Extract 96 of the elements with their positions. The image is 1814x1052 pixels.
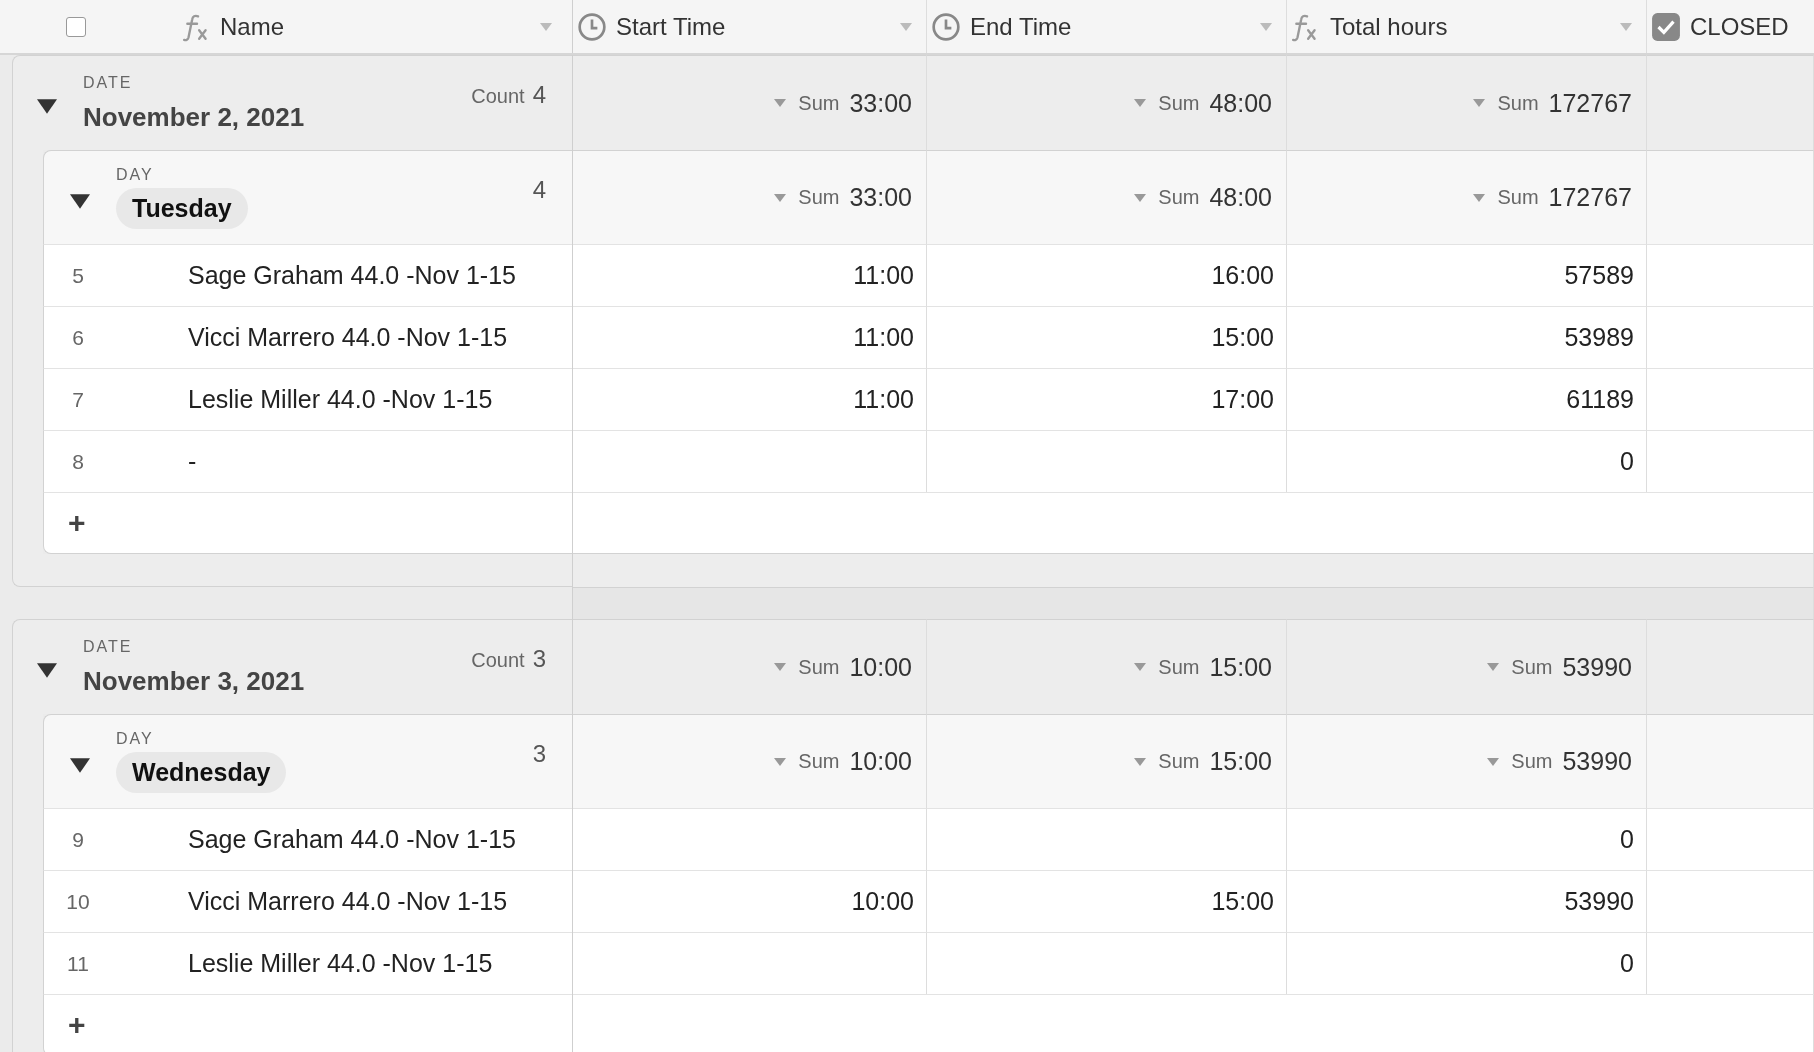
name-cell: Vicci Marrero 44.0 -Nov 1-15 (188, 887, 508, 916)
row-number: 6 (71, 325, 85, 350)
table-cell: 53990 (1287, 870, 1647, 932)
summary-value: 172767 (1548, 183, 1632, 212)
summary-label: Sum (1511, 750, 1553, 773)
summary-label: Sum (798, 750, 840, 773)
day-pill: Tuesday (116, 188, 248, 229)
table-cell: 16:00 (927, 244, 1287, 306)
dropdown-caret-icon[interactable] (900, 22, 912, 31)
row-number: 10 (65, 889, 91, 914)
dropdown-caret-icon[interactable] (540, 22, 552, 31)
table-cell: 11:00 (573, 306, 927, 368)
name-cell: Leslie Miller 44.0 -Nov 1-15 (188, 385, 493, 414)
table-cell: 57589 (1287, 244, 1647, 306)
column-header[interactable]: Start Time (616, 12, 891, 41)
table-cell: 15:00 (927, 306, 1287, 368)
group-title: November 3, 2021 (83, 665, 305, 697)
group-title: November 2, 2021 (83, 101, 305, 133)
summary-caret-icon[interactable] (774, 99, 787, 107)
row-number: 7 (71, 387, 85, 412)
summary-caret-icon[interactable] (774, 193, 787, 202)
summary-label: Sum (1158, 655, 1200, 679)
row-number: 5 (71, 263, 85, 288)
summary-value: 33:00 (849, 88, 912, 118)
table-cell: 10:00 (573, 870, 927, 932)
table-cell: 0 (1287, 808, 1647, 870)
table-cell: 17:00 (927, 368, 1287, 430)
name-cell: - (188, 447, 197, 476)
dropdown-caret-icon[interactable] (1620, 22, 1632, 31)
table-cell: 53989 (1287, 306, 1647, 368)
record-count: 3 (532, 739, 546, 768)
column-header[interactable]: Name (220, 12, 532, 41)
group-field-label: DAY (116, 166, 154, 184)
collapse-caret-icon[interactable] (37, 660, 57, 680)
summary-label: Sum (1158, 91, 1200, 115)
table-cell: 11:00 (573, 244, 927, 306)
summary-value: 48:00 (1209, 88, 1272, 118)
summary-value: 172767 (1548, 88, 1632, 118)
summary-label: Sum (1158, 186, 1200, 209)
summary-value: 15:00 (1209, 652, 1272, 682)
summary-caret-icon[interactable] (1134, 193, 1147, 202)
table-cell: 15:00 (927, 870, 1287, 932)
record-count: 4 (532, 81, 546, 109)
record-count: 4 (532, 175, 546, 204)
summary-caret-icon[interactable] (1473, 193, 1486, 202)
column-header[interactable]: CLOSED (1690, 12, 1814, 41)
summary-value: 53990 (1562, 747, 1632, 776)
summary-label: Sum (798, 91, 840, 115)
summary-caret-icon[interactable] (1487, 663, 1500, 671)
summary-caret-icon[interactable] (774, 663, 787, 671)
summary-label: Sum (798, 655, 840, 679)
summary-caret-icon[interactable] (1134, 663, 1147, 671)
summary-caret-icon[interactable] (774, 757, 787, 766)
summary-label: Sum (1497, 91, 1539, 115)
summary-label: Sum (1497, 186, 1539, 209)
select-all-checkbox[interactable] (66, 16, 86, 37)
row-number: 9 (71, 827, 85, 852)
summary-caret-icon[interactable] (1487, 757, 1500, 766)
name-cell: Leslie Miller 44.0 -Nov 1-15 (188, 949, 493, 978)
summary-caret-icon[interactable] (1473, 99, 1486, 107)
summary-caret-icon[interactable] (1134, 757, 1147, 766)
add-record-button[interactable]: + (62, 1008, 92, 1042)
count-label: Count (471, 649, 525, 672)
summary-label: Sum (1158, 750, 1200, 773)
row-number: 8 (71, 449, 85, 474)
summary-value: 15:00 (1209, 747, 1272, 776)
group-field-label: DAY (116, 730, 154, 748)
column-header[interactable]: End Time (970, 12, 1251, 41)
dropdown-caret-icon[interactable] (1260, 22, 1272, 31)
collapse-caret-icon[interactable] (37, 96, 57, 116)
name-cell: Vicci Marrero 44.0 -Nov 1-15 (188, 323, 508, 352)
day-pill: Wednesday (116, 752, 287, 793)
add-record-button[interactable]: + (62, 506, 92, 540)
summary-value: 48:00 (1209, 183, 1272, 212)
name-cell: Sage Graham 44.0 -Nov 1-15 (188, 261, 516, 290)
record-count: 3 (532, 645, 546, 673)
table-cell: 0 (1287, 932, 1647, 994)
count-label: Count (471, 85, 525, 108)
summary-value: 10:00 (849, 747, 912, 776)
table-cell: 61189 (1287, 368, 1647, 430)
summary-value: 33:00 (849, 183, 912, 212)
table-cell: 11:00 (573, 368, 927, 430)
table-cell: 0 (1287, 430, 1647, 492)
column-header[interactable]: Total hours (1330, 12, 1611, 41)
group-field-label: DATE (83, 637, 133, 656)
summary-caret-icon[interactable] (1134, 99, 1147, 107)
name-cell: Sage Graham 44.0 -Nov 1-15 (188, 825, 516, 854)
row-number: 11 (66, 951, 90, 976)
checkbox-icon (1651, 11, 1681, 42)
summary-value: 10:00 (849, 652, 912, 682)
summary-label: Sum (798, 186, 840, 209)
clock-icon (931, 11, 961, 42)
summary-label: Sum (1511, 655, 1553, 679)
summary-value: 53990 (1562, 652, 1632, 682)
group-field-label: DATE (83, 73, 133, 92)
clock-icon (577, 11, 607, 42)
